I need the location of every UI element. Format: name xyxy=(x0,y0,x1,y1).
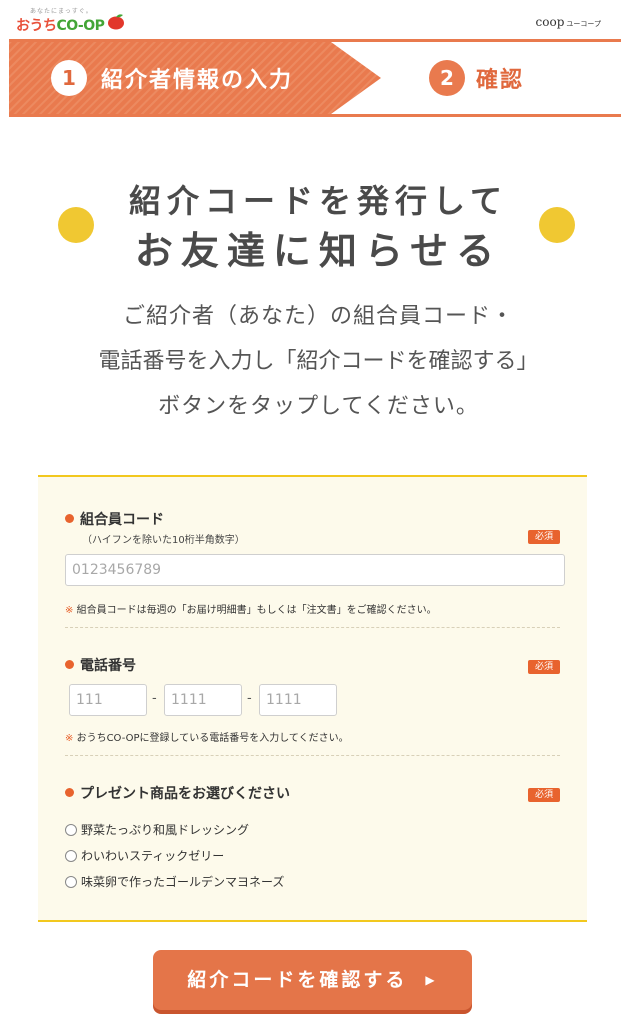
present-option-mayonnaise[interactable]: 味菜卵で作ったゴールデンマヨネーズ xyxy=(65,874,284,890)
phone-required-badge: 必須 xyxy=(528,660,560,674)
logo-part-ouchi: おうち xyxy=(16,18,57,34)
ucoop-logo: coop ユーコープ xyxy=(536,15,601,29)
description-line-2: 電話番号を入力し「紹介コードを確認する」 xyxy=(98,349,539,374)
phone-input-line[interactable] xyxy=(259,684,337,716)
logo-wordmark: おうちCO-OP xyxy=(16,15,105,35)
member-code-required-badge: 必須 xyxy=(528,530,560,544)
member-code-input[interactable] xyxy=(65,554,565,586)
step-2-label: 確認 xyxy=(476,68,525,93)
play-arrow-icon: ▶ xyxy=(425,973,438,987)
member-code-subtitle: （ハイフンを除いた10桁半角数字） xyxy=(82,535,245,546)
phone-input-prefix[interactable] xyxy=(164,684,242,716)
radio-circle[interactable] xyxy=(65,876,77,888)
phone-separator: - xyxy=(247,691,252,706)
step-progress-bar: 1 紹介者情報の入力 2 確認 xyxy=(9,39,621,117)
header: あなたにまっすぐ。 おうちCO-OP coop ユーコープ xyxy=(0,0,637,38)
radio-circle[interactable] xyxy=(65,850,77,862)
logo-tagline: あなたにまっすぐ。 xyxy=(30,8,93,15)
note-mark: ※ xyxy=(65,605,74,616)
step-2-number: 2 xyxy=(429,60,465,96)
radio-circle[interactable] xyxy=(65,824,77,836)
description-line-1: ご紹介者（あなた）の組合員コード・ xyxy=(122,304,514,329)
phone-note: ※ おうちCO-OPに登録している電話番号を入力してください。 xyxy=(65,729,349,744)
description-line-3: ボタンをタップしてください。 xyxy=(158,394,479,419)
member-code-note: ※ 組合員コードは毎週の「お届け明細書」もしくは「注文書」をご確認ください。 xyxy=(65,601,437,616)
divider xyxy=(65,627,560,628)
step-1-number: 1 xyxy=(51,60,87,96)
present-title: プレゼント商品をお選びください xyxy=(65,783,290,803)
divider xyxy=(65,755,560,756)
note-mark: ※ xyxy=(65,733,74,744)
present-option-label: 野菜たっぷり和風ドレッシング xyxy=(81,823,250,837)
present-required-badge: 必須 xyxy=(528,788,560,802)
headline-line-2: お友達に知らせる xyxy=(134,229,503,273)
logo-part-coop: CO-OP xyxy=(56,18,105,34)
confirm-referral-code-button[interactable]: 紹介コードを確認する ▶ xyxy=(153,950,472,1010)
step-1-active: 1 紹介者情報の入力 xyxy=(9,42,381,114)
phone-input-area[interactable] xyxy=(69,684,147,716)
step-1-label: 紹介者情報の入力 xyxy=(101,68,294,93)
phone-note-text: おうちCO-OPに登録している電話番号を入力してください。 xyxy=(76,733,349,744)
coop-sub: ユーコープ xyxy=(566,20,601,28)
apple-icon xyxy=(108,14,124,30)
phone-title: 電話番号 xyxy=(65,655,136,675)
headline-line-1: 紹介コードを発行して xyxy=(128,182,509,220)
present-option-jelly[interactable]: わいわいスティックゼリー xyxy=(65,848,224,864)
present-option-label: わいわいスティックゼリー xyxy=(81,849,225,863)
confirm-button-label: 紹介コードを確認する xyxy=(187,969,408,991)
present-option-label: 味菜卵で作ったゴールデンマヨネーズ xyxy=(81,875,285,889)
member-code-note-text: 組合員コードは毎週の「お届け明細書」もしくは「注文書」をご確認ください。 xyxy=(76,605,437,616)
present-option-dressing[interactable]: 野菜たっぷり和風ドレッシング xyxy=(65,822,249,838)
coop-brand: coop xyxy=(535,15,565,29)
phone-separator: - xyxy=(152,691,157,706)
member-code-title: 組合員コード xyxy=(65,509,164,529)
referral-form: 組合員コード （ハイフンを除いた10桁半角数字） 必須 ※ 組合員コードは毎週の… xyxy=(38,475,587,922)
